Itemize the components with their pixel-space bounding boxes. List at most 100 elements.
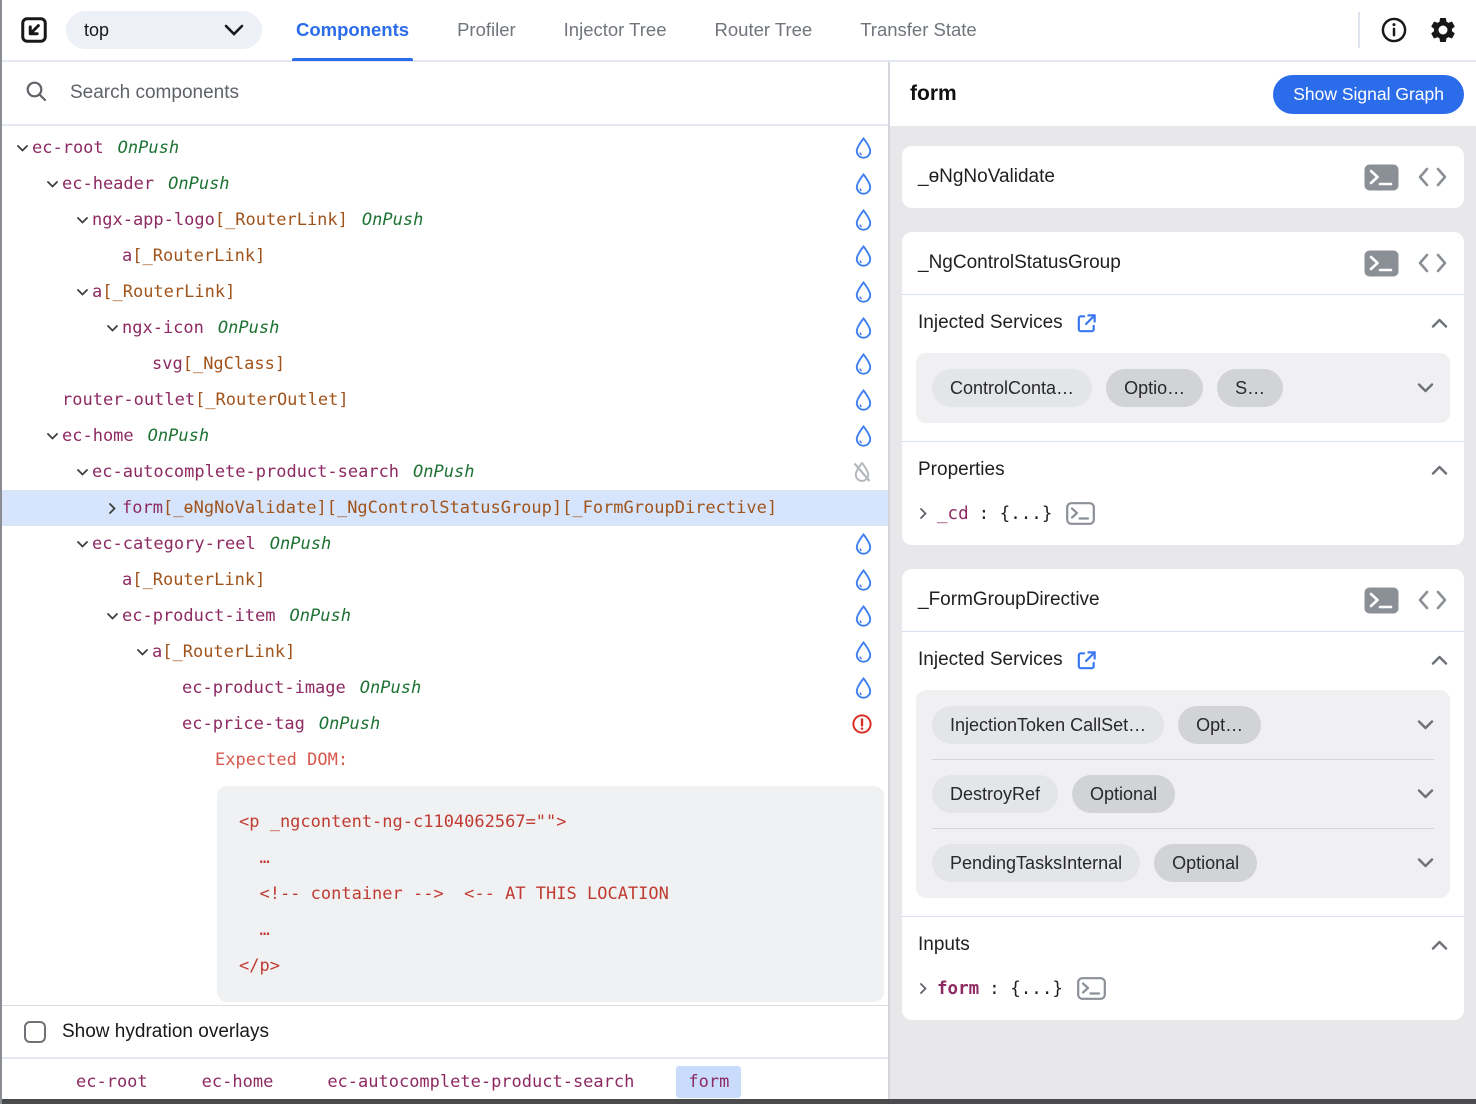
- terminal-icon[interactable]: [1066, 502, 1095, 525]
- hydration-drop-icon[interactable]: [855, 281, 872, 303]
- tree-node-form[interactable]: form[_ɵNgNoValidate][_NgControlStatusGro…: [2, 490, 888, 526]
- terminal-icon[interactable]: [1364, 164, 1399, 191]
- collapse-section-icon[interactable]: [1431, 465, 1448, 475]
- chevron-down-icon[interactable]: [102, 325, 122, 332]
- injected-service-row: InjectionToken CallSet… Opt…: [932, 706, 1434, 744]
- terminal-icon[interactable]: [1077, 977, 1106, 1000]
- breadcrumb-item-form[interactable]: form: [676, 1066, 741, 1098]
- expand-service-icon[interactable]: [1417, 383, 1434, 393]
- directive-card-header: _FormGroupDirective: [902, 569, 1464, 631]
- external-link-icon[interactable]: [1075, 649, 1098, 672]
- tree-node-ec-autocomplete-product-search[interactable]: ec-autocomplete-product-searchOnPush: [2, 454, 888, 490]
- hydration-drop-icon[interactable]: [855, 425, 872, 447]
- tab-injector-tree[interactable]: Injector Tree: [562, 0, 669, 61]
- element-tag: ec-header: [62, 174, 154, 194]
- breadcrumb-item-ec-autocomplete-product-search[interactable]: ec-autocomplete-product-search: [315, 1066, 646, 1098]
- chevron-right-icon[interactable]: [920, 508, 927, 519]
- service-pill[interactable]: Opt…: [1178, 706, 1261, 744]
- collapse-section-icon[interactable]: [1431, 940, 1448, 950]
- service-pill[interactable]: S…: [1217, 369, 1283, 407]
- hydration-drop-icon[interactable]: [855, 569, 872, 591]
- tree-node-ec-root[interactable]: ec-rootOnPush: [2, 130, 888, 166]
- hydration-drop-icon[interactable]: [855, 137, 872, 159]
- chevron-down-icon[interactable]: [42, 181, 62, 188]
- hydration-drop-icon[interactable]: [855, 533, 872, 555]
- code-icon[interactable]: [1417, 588, 1448, 612]
- hydration-drop-icon[interactable]: [855, 245, 872, 267]
- service-pill[interactable]: Optional: [1154, 844, 1257, 882]
- breadcrumb-item-ec-home[interactable]: ec-home: [190, 1066, 286, 1098]
- chevron-down-icon[interactable]: [12, 145, 32, 152]
- chevron-down-icon[interactable]: [132, 649, 152, 656]
- tree-node-ec-home[interactable]: ec-homeOnPush: [2, 418, 888, 454]
- show-hydration-overlays-checkbox[interactable]: [24, 1021, 46, 1043]
- tree-node-ec-price-tag[interactable]: ec-price-tagOnPush: [2, 706, 888, 742]
- expand-service-icon[interactable]: [1417, 720, 1434, 730]
- tree-node-a[interactable]: a[_RouterLink]: [2, 238, 888, 274]
- code-icon[interactable]: [1417, 251, 1448, 275]
- code-icon[interactable]: [1417, 165, 1448, 189]
- tree-node-a[interactable]: a[_RouterLink]: [2, 634, 888, 670]
- chevron-down-icon[interactable]: [42, 433, 62, 440]
- hydration-drop-icon[interactable]: [855, 209, 872, 231]
- tab-router-tree[interactable]: Router Tree: [713, 0, 815, 61]
- service-pill[interactable]: DestroyRef: [932, 775, 1058, 813]
- search-components-input[interactable]: [70, 82, 866, 104]
- hydration-drop-icon[interactable]: [855, 173, 872, 195]
- chevron-right-icon[interactable]: [920, 983, 927, 994]
- frame-selector-dropdown[interactable]: top: [66, 11, 262, 49]
- element-tag: ec-home: [62, 426, 134, 446]
- terminal-icon[interactable]: [1364, 587, 1399, 614]
- collapse-section-icon[interactable]: [1431, 318, 1448, 328]
- service-pill[interactable]: Optional: [1072, 775, 1175, 813]
- tree-node-ngx-icon[interactable]: ngx-iconOnPush: [2, 310, 888, 346]
- hydration-drop-icon[interactable]: [855, 389, 872, 411]
- property-row-_cd[interactable]: _cd: {...}: [902, 498, 1464, 545]
- property-row-form[interactable]: form: {...}: [902, 973, 1464, 1020]
- hydration-error-icon[interactable]: [852, 714, 872, 734]
- tree-node-a[interactable]: a[_RouterLink]: [2, 562, 888, 598]
- element-tag: ec-price-tag: [182, 714, 305, 734]
- tree-node-svg[interactable]: svg[_NgClass]: [2, 346, 888, 382]
- chevron-right-icon[interactable]: [102, 503, 122, 514]
- hydration-drop-icon[interactable]: [855, 605, 872, 627]
- settings-gear-icon[interactable]: [1428, 15, 1458, 45]
- service-pill[interactable]: InjectionToken CallSet…: [932, 706, 1164, 744]
- chevron-down-icon[interactable]: [72, 289, 92, 296]
- onpush-badge: OnPush: [360, 678, 421, 698]
- terminal-icon[interactable]: [1364, 250, 1399, 277]
- breadcrumb-item-ec-root[interactable]: ec-root: [64, 1066, 160, 1098]
- external-link-icon[interactable]: [1075, 312, 1098, 335]
- hydration-drop-icon[interactable]: [855, 317, 872, 339]
- hydration-drop-icon[interactable]: [855, 641, 872, 663]
- tree-node-router-outlet[interactable]: router-outlet[_RouterOutlet]: [2, 382, 888, 418]
- tree-node-ngx-app-logo[interactable]: ngx-app-logo[_RouterLink]OnPush: [2, 202, 888, 238]
- tree-node-ec-product-item[interactable]: ec-product-itemOnPush: [2, 598, 888, 634]
- property-key: form: [937, 979, 979, 999]
- expand-service-icon[interactable]: [1417, 789, 1434, 799]
- show-signal-graph-button[interactable]: Show Signal Graph: [1273, 75, 1464, 114]
- hydration-drop-off-icon[interactable]: [852, 461, 872, 483]
- tab-components[interactable]: Components: [294, 0, 411, 61]
- tree-node-ec-product-image[interactable]: ec-product-imageOnPush: [2, 670, 888, 706]
- info-icon[interactable]: [1380, 16, 1408, 44]
- tree-node-ec-header[interactable]: ec-headerOnPush: [2, 166, 888, 202]
- tab-profiler[interactable]: Profiler: [455, 0, 518, 61]
- chevron-down-icon[interactable]: [72, 217, 92, 224]
- hydration-drop-icon[interactable]: [855, 677, 872, 699]
- directive-card-header: _NgControlStatusGroup: [902, 232, 1464, 294]
- chevron-down-icon[interactable]: [102, 613, 122, 620]
- expand-service-icon[interactable]: [1417, 858, 1434, 868]
- service-pill[interactable]: PendingTasksInternal: [932, 844, 1140, 882]
- hydration-drop-icon[interactable]: [855, 353, 872, 375]
- collapse-section-icon[interactable]: [1431, 655, 1448, 665]
- inspect-element-icon[interactable]: [14, 10, 54, 50]
- tree-node-a[interactable]: a[_RouterLink]: [2, 274, 888, 310]
- tree-node-ec-category-reel[interactable]: ec-category-reelOnPush: [2, 526, 888, 562]
- service-pill[interactable]: Optio…: [1106, 369, 1203, 407]
- expected-dom-label: Expected DOM:: [2, 742, 888, 778]
- service-pill[interactable]: ControlConta…: [932, 369, 1092, 407]
- chevron-down-icon[interactable]: [72, 469, 92, 476]
- chevron-down-icon[interactable]: [72, 541, 92, 548]
- tab-transfer-state[interactable]: Transfer State: [858, 0, 979, 61]
